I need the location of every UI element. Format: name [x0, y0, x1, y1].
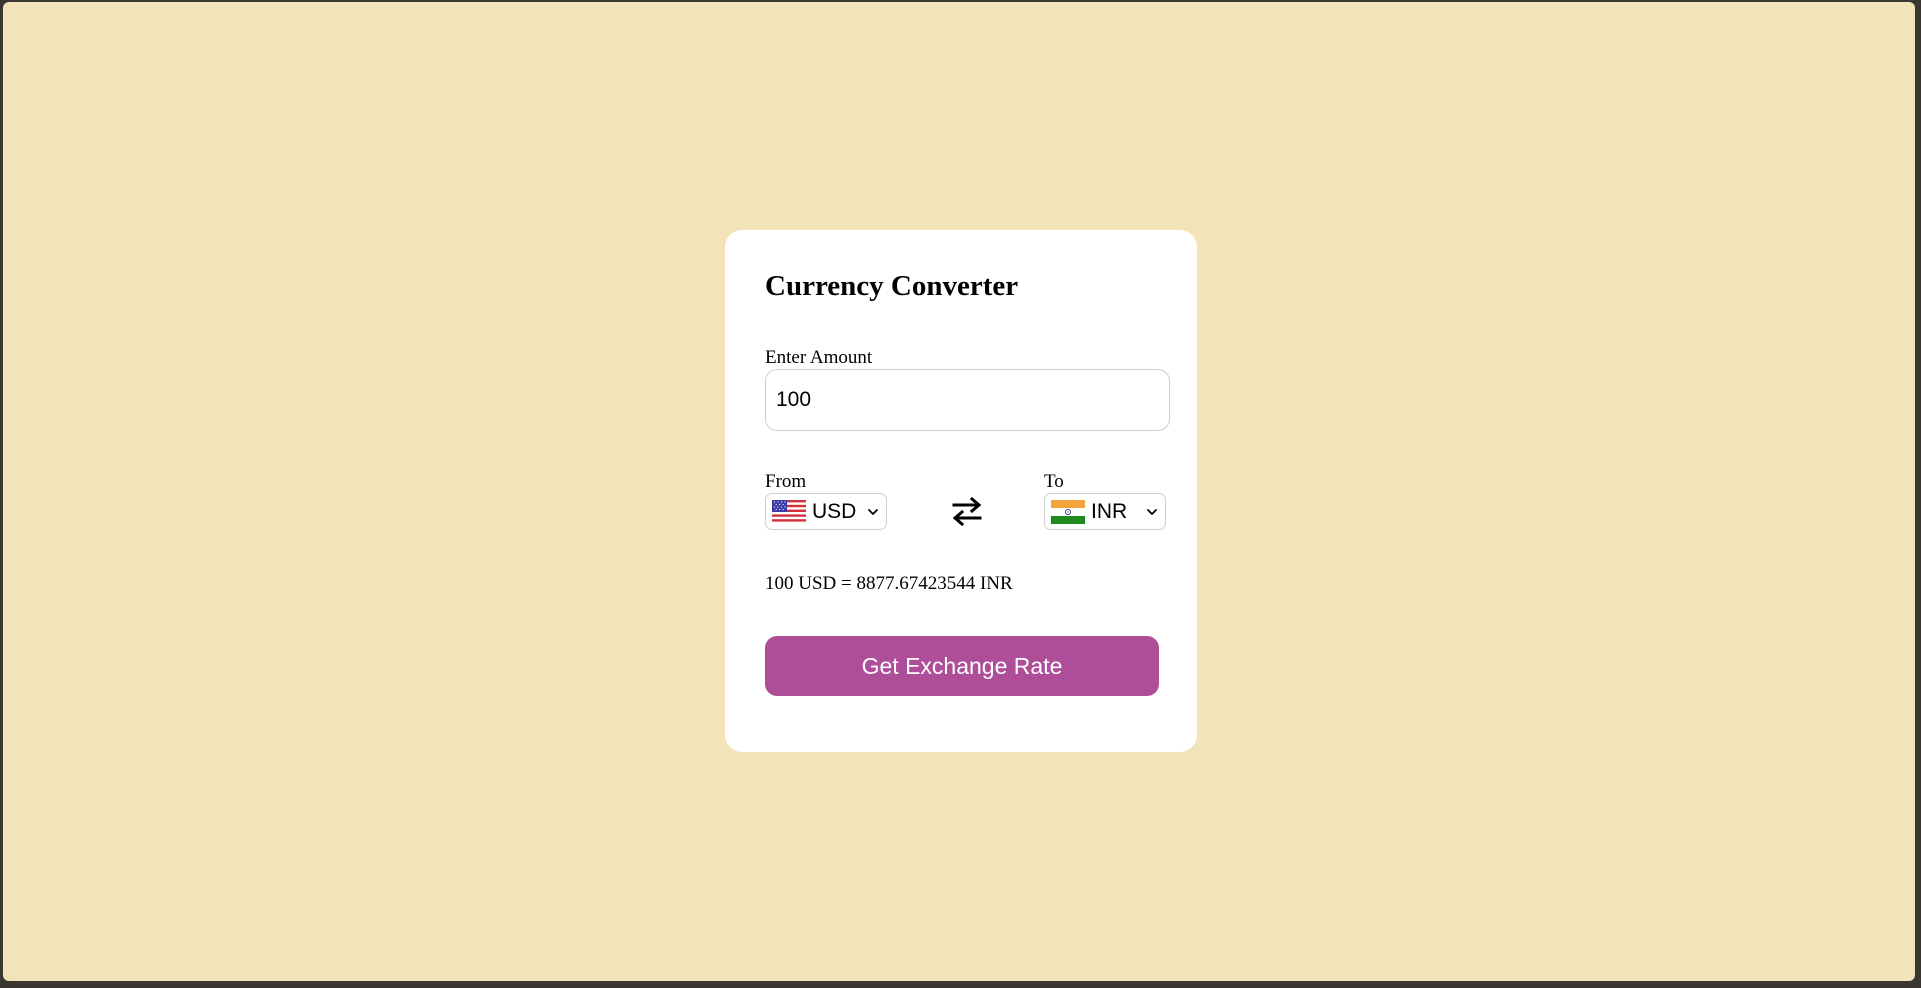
to-currency-code: INR [1091, 499, 1128, 523]
india-flag-icon [1051, 499, 1085, 524]
chevron-down-icon [868, 508, 878, 515]
amount-label: Enter Amount [765, 347, 873, 368]
us-flag-icon [772, 499, 806, 524]
exchange-result-text: 100 USD = 8877.67423544 INR [765, 573, 1013, 594]
get-exchange-rate-button[interactable]: Get Exchange Rate [765, 636, 1159, 696]
swap-arrows-icon[interactable] [948, 492, 986, 530]
from-currency-select[interactable]: USD [765, 493, 887, 530]
to-currency-select[interactable]: INR [1044, 493, 1166, 530]
chevron-down-icon [1147, 508, 1157, 515]
page-title: Currency Converter [765, 270, 1019, 302]
from-label: From [765, 471, 807, 492]
to-label: To [1044, 471, 1064, 492]
converter-card: Currency Converter Enter Amount From [725, 230, 1197, 752]
page-background: Currency Converter Enter Amount From [3, 2, 1915, 981]
from-currency-code: USD [812, 499, 857, 523]
amount-input[interactable] [765, 369, 1170, 431]
